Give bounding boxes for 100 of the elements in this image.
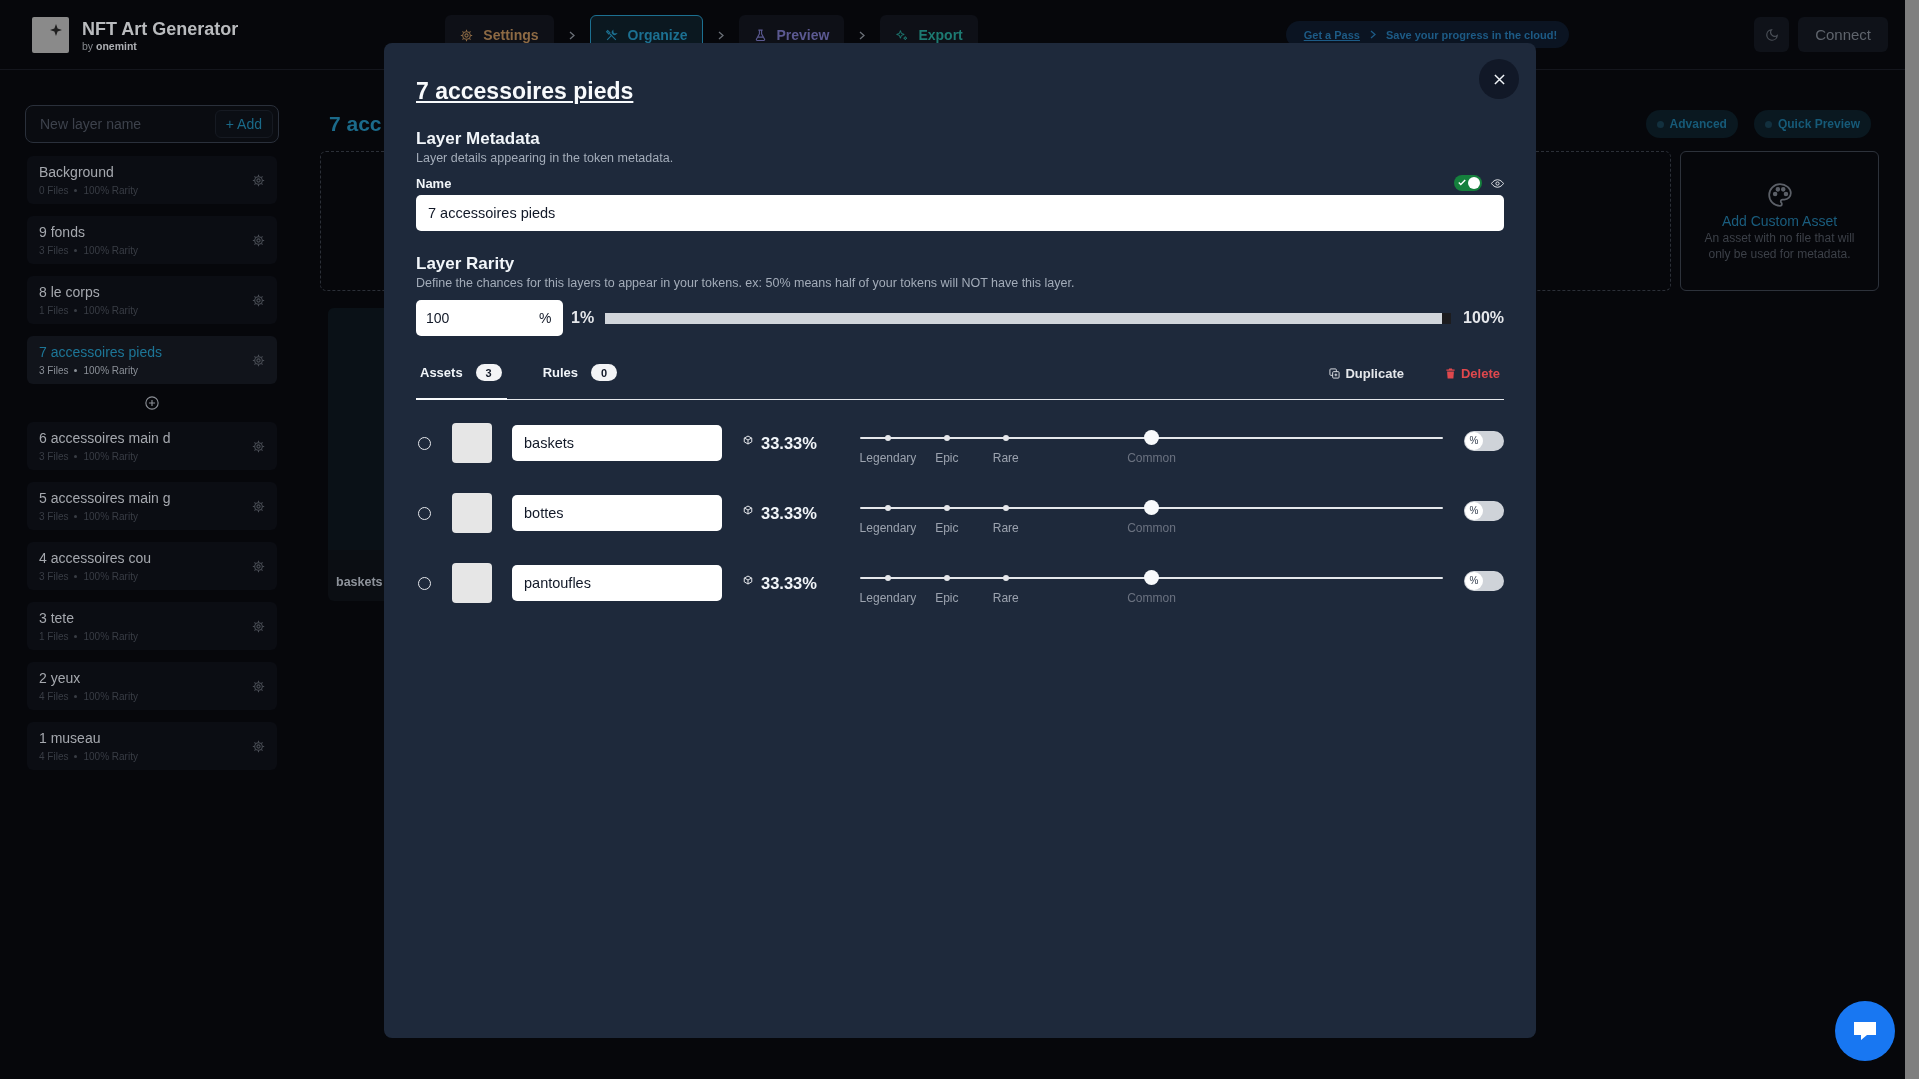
layer-name: 6 accessoires main d [39, 429, 171, 447]
rarity-label: 100% Rarity [83, 364, 138, 377]
slider-thumb[interactable] [1144, 570, 1159, 585]
custom-asset-title: Add Custom Asset [1721, 213, 1838, 230]
tick-dot-icon [1002, 434, 1009, 441]
sparkles-icon [895, 28, 909, 42]
app-title: NFT Art Generator [82, 18, 239, 40]
close-icon [1493, 73, 1505, 85]
tick-label: Common [1127, 521, 1176, 535]
logo-icon [32, 16, 69, 53]
layer-name: 3 tete [39, 609, 75, 627]
add-circle-icon[interactable] [145, 396, 159, 410]
layer-name: 8 le corps [39, 283, 100, 301]
moon-icon [1764, 27, 1779, 42]
count-badge: 0 [591, 364, 618, 381]
bullet-icon [74, 575, 78, 578]
tick-dot-icon [884, 574, 891, 581]
tick-dot-icon [943, 504, 950, 511]
section-description: Define the chances for this layers to appear in your tokens. ex: 50% means half of your tokens will NOT have this layer. [416, 275, 1075, 291]
tick-label: Rare [992, 451, 1019, 465]
gear-icon [460, 28, 474, 42]
check-icon [1458, 179, 1466, 186]
dialog-tab[interactable]: Rules 0 [538, 347, 623, 400]
app-byline: by onemint [82, 39, 137, 53]
asset-thumbnail [452, 493, 492, 533]
page-title: 7 acc [329, 112, 382, 136]
slider-min-label: 1% [571, 309, 595, 327]
layer-name: 5 accessoires main g [39, 489, 171, 507]
eye-icon[interactable] [1491, 178, 1504, 188]
layer-name: 2 yeux [39, 669, 81, 687]
rarity-slider-track[interactable] [860, 430, 1443, 445]
bullet-icon [74, 369, 78, 372]
chevron-icon [1369, 30, 1376, 39]
rarity-slider-track[interactable] [860, 570, 1443, 585]
bullet-icon [74, 755, 78, 758]
layer-name: 7 accessoires pieds [39, 343, 162, 361]
layer-item[interactable]: 7 accessoires pieds 3 Files 100% Rarity [27, 336, 277, 384]
flask-icon [753, 28, 767, 42]
close-button[interactable] [1479, 59, 1519, 99]
slider-thumb[interactable] [1442, 312, 1452, 324]
asset-card[interactable]: baskets [328, 308, 384, 601]
tick-dot-icon [943, 434, 950, 441]
tick-dot-icon [884, 434, 891, 441]
tick-label: Rare [992, 521, 1019, 535]
dialog-title: 7 accessoires pieds [416, 77, 634, 106]
tick-label: Epic [935, 591, 959, 605]
asset-name-input[interactable]: baskets [512, 425, 722, 461]
dialog-tab[interactable]: Assets 3 [416, 347, 507, 400]
palette-icon [1766, 182, 1793, 208]
cube-icon [743, 505, 753, 515]
chevron-icon [717, 30, 724, 40]
tick-label: Legendary [859, 451, 917, 465]
layer-name: 4 accessoires cou [39, 549, 152, 567]
delete-button[interactable]: Delete [1444, 365, 1500, 381]
tick-label: Common [1127, 591, 1176, 605]
bullet-icon [74, 309, 78, 312]
bullet-icon [74, 515, 78, 518]
asset-thumbnail [452, 563, 492, 603]
asset-name-input[interactable]: pantoufles [512, 565, 722, 601]
duplicate-button[interactable]: Duplicate [1329, 365, 1404, 381]
rarity-slider-track[interactable] [605, 312, 1452, 324]
percent-switch[interactable]: % [1464, 501, 1504, 521]
cube-icon [743, 435, 753, 445]
scrollbar[interactable] [1905, 0, 1919, 1079]
rarity-input[interactable]: 100 [416, 300, 536, 336]
chat-button[interactable] [1835, 1001, 1895, 1061]
name-input[interactable]: 7 accessoires pieds [416, 195, 1504, 231]
tick-dot-icon [943, 574, 950, 581]
section-description: Layer details appearing in the token metadata. [416, 150, 674, 166]
asset-thumbnail [452, 423, 492, 463]
tools-icon [604, 28, 618, 42]
layer-name: 9 fonds [39, 223, 85, 241]
rarity-slider-track[interactable] [860, 500, 1443, 515]
chat-icon [1853, 1021, 1877, 1041]
bullet-icon [74, 695, 78, 698]
layer-name: Background [39, 163, 114, 181]
bullet-icon [74, 635, 78, 638]
trash-icon [1444, 367, 1456, 379]
asset-name-input[interactable]: bottes [512, 495, 722, 531]
percent-switch[interactable]: % [1464, 431, 1504, 451]
custom-asset-description: An asset with no file that will only be used for metadata. [1703, 230, 1856, 262]
chance-value: 33.33% [761, 573, 818, 593]
bullet-icon [74, 249, 78, 252]
tick-label: Common [1127, 451, 1176, 465]
theme-toggle-button[interactable] [1754, 17, 1790, 52]
tick-label: Legendary [859, 591, 917, 605]
bullet-icon [74, 455, 78, 458]
section-heading: Layer Rarity [416, 253, 515, 275]
field-label: Name [416, 175, 452, 191]
tick-dot-icon [1002, 504, 1009, 511]
chance-value: 33.33% [761, 433, 818, 453]
file-count: 3 Files [39, 364, 69, 377]
percent-switch[interactable]: % [1464, 571, 1504, 591]
count-badge: 3 [475, 364, 502, 381]
bullet-icon [74, 189, 78, 192]
metadata-switch[interactable] [1454, 175, 1482, 191]
slider-thumb[interactable] [1144, 500, 1159, 515]
unit-label: % [536, 300, 563, 336]
slider-thumb[interactable] [1144, 430, 1159, 445]
cube-icon [743, 575, 753, 585]
